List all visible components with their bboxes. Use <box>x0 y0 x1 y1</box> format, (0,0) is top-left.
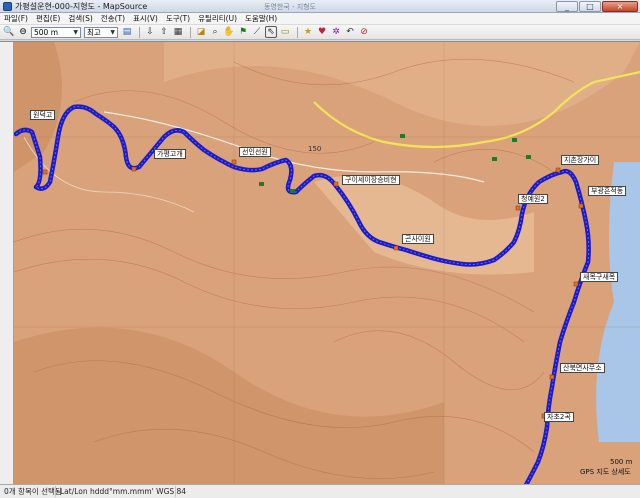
status-bar: 0개 항목이 선택됨 Lat/Lon hddd°mm.mmm' WGS 84 <box>0 484 640 498</box>
toolbar-separator <box>297 26 298 38</box>
waypoint-tool-icon[interactable]: ⚑ <box>237 26 249 38</box>
zoom-level-value: 500 m <box>34 27 59 37</box>
route-tool-icon[interactable]: ⟋ <box>251 26 263 38</box>
detail-level-value: 최고 <box>87 27 101 37</box>
window-center-title: 동영한국 - 지형도 <box>263 3 317 11</box>
zoom-tool-icon[interactable]: ⌕ <box>209 26 221 38</box>
waypoint-label[interactable]: 부광흔적동 <box>588 186 627 196</box>
waypoint-label[interactable]: 산북면사무소 <box>560 363 605 373</box>
status-extra <box>176 486 640 497</box>
window-controls: _ □ × <box>555 1 638 12</box>
waypoint-label[interactable]: 구이세이장승비현 <box>342 175 400 185</box>
gps-receive-icon[interactable]: ⇩ <box>144 26 156 38</box>
waypoint-label[interactable]: 자초2곡 <box>544 412 574 422</box>
app-icon <box>3 1 12 11</box>
print-icon[interactable]: ▦ <box>172 26 184 38</box>
waypoint-label[interactable]: 청예원2 <box>518 194 548 204</box>
menu-file[interactable]: 파일(F) <box>4 13 28 24</box>
toolbar: 🔍 ⊖ 500 m ▼ 최고 ▼ ▤ ⇩ ⇧ ▦ ◪ ⌕ ✋ ⚑ ⟋ ⇖ ▭ ★… <box>0 25 640 40</box>
left-panel-collapsed[interactable] <box>0 42 14 485</box>
chevron-down-icon: ▼ <box>110 28 115 36</box>
menu-tools[interactable]: 도구(T) <box>166 13 190 24</box>
status-selection: 0개 항목이 선택됨 <box>0 486 62 497</box>
waypoint-label[interactable]: 지촌장가이 <box>561 155 600 165</box>
undo-icon[interactable]: ↶ <box>344 26 356 38</box>
map-scale-label: 500 m <box>610 458 633 466</box>
map-detail-icon[interactable]: ▤ <box>121 26 133 38</box>
zoom-out-icon[interactable]: ⊖ <box>17 26 29 38</box>
toolbar-separator <box>190 26 191 38</box>
zoom-in-icon[interactable]: 🔍 <box>3 26 15 38</box>
menu-transfer[interactable]: 전송(T) <box>101 13 125 24</box>
status-coordinates: Lat/Lon hddd°mm.mmm' WGS 84 <box>56 486 186 497</box>
map-view[interactable]: 원덕고 가평고개 선인선원 구이세이장승비현 곤사이원 청예원2 지촌장가이 부… <box>14 42 640 485</box>
minimize-button[interactable]: _ <box>556 1 578 12</box>
map-product-icon[interactable]: ★ <box>302 26 314 38</box>
chevron-down-icon: ▼ <box>73 28 78 36</box>
waypoint-label[interactable]: 곤사이원 <box>402 234 434 244</box>
measure-tool-icon[interactable]: ▭ <box>279 26 291 38</box>
track-icon-2[interactable]: ✲ <box>330 26 342 38</box>
waypoint-label[interactable]: 새목구새목 <box>580 272 619 282</box>
zoom-level-select[interactable]: 500 m ▼ <box>31 26 81 38</box>
title-bar: 가평설운현-000-지형도 - MapSource 동영한국 - 지형도 _ □… <box>0 0 640 13</box>
track-icon[interactable]: ◪ <box>195 26 207 38</box>
menu-view[interactable]: 표시(V) <box>133 13 158 24</box>
menu-edit[interactable]: 편집(E) <box>36 13 60 24</box>
filter-icon[interactable]: ⊘ <box>358 26 370 38</box>
waypoint-label[interactable]: 원덕고 <box>30 110 56 120</box>
waypoint-label[interactable]: 선인선원 <box>239 147 271 157</box>
close-button[interactable]: × <box>602 1 638 12</box>
select-tool-icon[interactable]: ⇖ <box>265 26 277 38</box>
map-frame: 원덕고 가평고개 선인선원 구이세이장승비현 곤사이원 청예원2 지촌장가이 부… <box>0 41 640 485</box>
gps-send-icon[interactable]: ⇧ <box>158 26 170 38</box>
menu-help[interactable]: 도움말(H) <box>245 13 277 24</box>
menu-find[interactable]: 검색(S) <box>68 13 92 24</box>
toolbar-separator <box>139 26 140 38</box>
map-product-label: GPS 지도 상세도 <box>580 468 631 476</box>
road-number-label: 150 <box>308 145 322 153</box>
menu-utilities[interactable]: 유틸리티(U) <box>198 13 237 24</box>
detail-level-select[interactable]: 최고 ▼ <box>84 26 118 38</box>
route-icon[interactable]: ♥ <box>316 26 328 38</box>
waypoint-label[interactable]: 가평고개 <box>154 149 186 159</box>
window-title: 가평설운현-000-지형도 - MapSource <box>15 1 148 11</box>
maximize-button[interactable]: □ <box>579 1 601 12</box>
menu-bar: 파일(F) 편집(E) 검색(S) 전송(T) 표시(V) 도구(T) 유틸리티… <box>0 13 640 25</box>
hand-tool-icon[interactable]: ✋ <box>223 26 235 38</box>
